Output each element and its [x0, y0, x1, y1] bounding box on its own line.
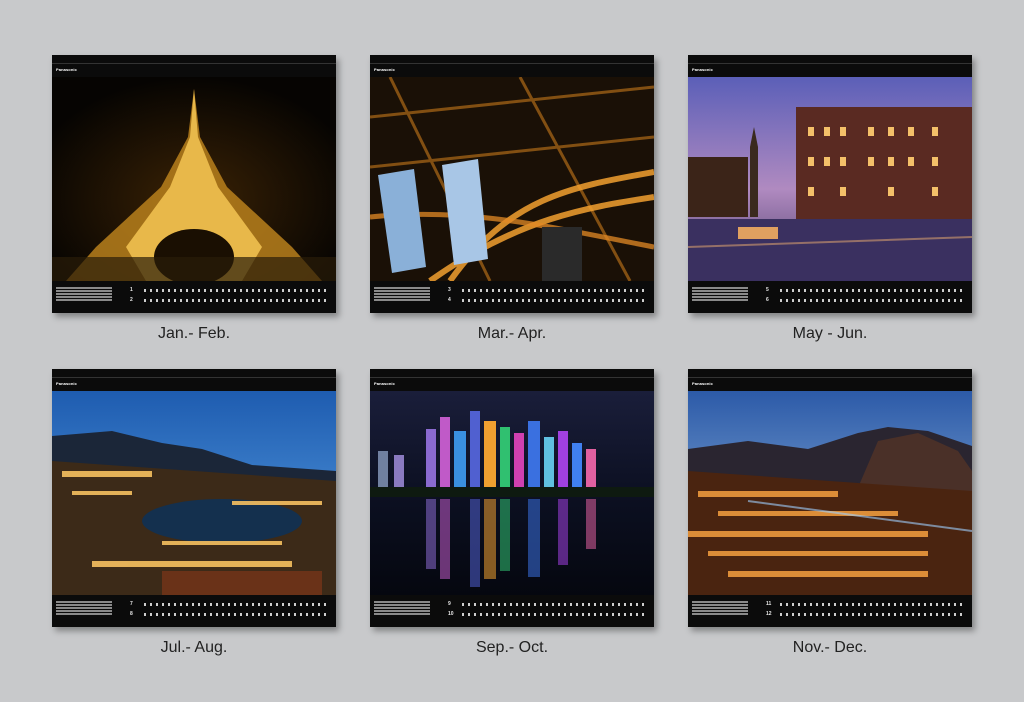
- divider: [370, 63, 654, 64]
- month-number: 7: [130, 601, 133, 607]
- month-number: 10: [448, 611, 454, 617]
- day-row: [462, 613, 648, 616]
- brand-logo: Panasonic: [374, 381, 395, 386]
- calendar-grid: 3 4: [370, 283, 654, 313]
- calendar-notes: [56, 287, 112, 305]
- page-caption: Jul.- Aug.: [160, 639, 228, 656]
- page-caption: Mar.- Apr.: [477, 325, 547, 342]
- day-row: [780, 613, 966, 616]
- brand-logo: Panasonic: [374, 67, 395, 72]
- month-number: 12: [766, 611, 772, 617]
- month-number: 6: [766, 297, 769, 303]
- calendar-page-mar-apr: Panasonic 3 4 Mar.- Apr.: [370, 55, 654, 342]
- eiffel-tower-photo: [52, 77, 336, 281]
- calendar-sheet: Panasonic: [52, 369, 336, 627]
- calendar-notes: [692, 287, 748, 305]
- brand-logo: Panasonic: [692, 381, 713, 386]
- day-row: [780, 299, 966, 302]
- month-number: 2: [130, 297, 133, 303]
- calendar-notes: [692, 601, 748, 619]
- calendar-sheet: Panasonic 1 2: [52, 55, 336, 313]
- calendar-page-nov-dec: Panasonic 11 12 Nov.- Dec.: [688, 369, 972, 656]
- page-caption: Nov.- Dec.: [792, 639, 868, 656]
- day-row: [780, 603, 966, 606]
- month-number: 8: [130, 611, 133, 617]
- calendar-page-jul-aug: Panasonic 7 8 Jul.- Aug.: [52, 369, 336, 656]
- calendar-page-jan-feb: Panasonic 1 2 Jan.- Feb.: [52, 55, 336, 342]
- month-number: 4: [448, 297, 451, 303]
- calendar-sheet: Panasonic 3 4: [370, 55, 654, 313]
- page-caption: May - Jun.: [792, 325, 868, 342]
- page-caption: Sep.- Oct.: [475, 639, 549, 656]
- divider: [52, 377, 336, 378]
- canal-town-photo: [688, 77, 972, 281]
- calendar-page-sep-oct: Panasonic 9 10 Sep.- Oct.: [370, 369, 654, 656]
- divider: [688, 63, 972, 64]
- month-number: 11: [766, 601, 772, 607]
- day-row: [462, 299, 648, 302]
- brand-logo: Panasonic: [692, 67, 713, 72]
- calendar-sheet: Panasonic: [688, 55, 972, 313]
- day-row: [144, 289, 330, 292]
- calendar-grid: 7 8: [52, 597, 336, 627]
- divider: [52, 63, 336, 64]
- day-row: [780, 289, 966, 292]
- calendar-notes: [56, 601, 112, 619]
- month-number: 5: [766, 287, 769, 293]
- divider: [688, 377, 972, 378]
- day-row: [144, 299, 330, 302]
- calendar-grid: 1 2: [52, 283, 336, 313]
- harbor-city-photo: [52, 391, 336, 595]
- divider: [370, 377, 654, 378]
- calendar-page-may-jun: Panasonic 5 6 May - Jun.: [688, 55, 972, 342]
- month-number: 3: [448, 287, 451, 293]
- calendar-sheet: Panasonic: [370, 369, 654, 627]
- page-caption: Jan.- Feb.: [157, 325, 231, 342]
- brand-logo: Panasonic: [56, 381, 77, 386]
- calendar-notes: [374, 287, 430, 305]
- calendar-grid: 11 12: [688, 597, 972, 627]
- month-number: 9: [448, 601, 451, 607]
- calendar-grid: 9 10: [370, 597, 654, 627]
- calendar-sheet: Panasonic: [688, 369, 972, 627]
- calendar-notes: [374, 601, 430, 619]
- day-row: [144, 603, 330, 606]
- city-towers-photo: [370, 77, 654, 281]
- mountain-town-photo: [688, 391, 972, 595]
- skyline-reflection-photo: [370, 391, 654, 595]
- month-number: 1: [130, 287, 133, 293]
- brand-logo: Panasonic: [56, 67, 77, 72]
- day-row: [462, 289, 648, 292]
- calendar-grid: 5 6: [688, 283, 972, 313]
- day-row: [144, 613, 330, 616]
- day-row: [462, 603, 648, 606]
